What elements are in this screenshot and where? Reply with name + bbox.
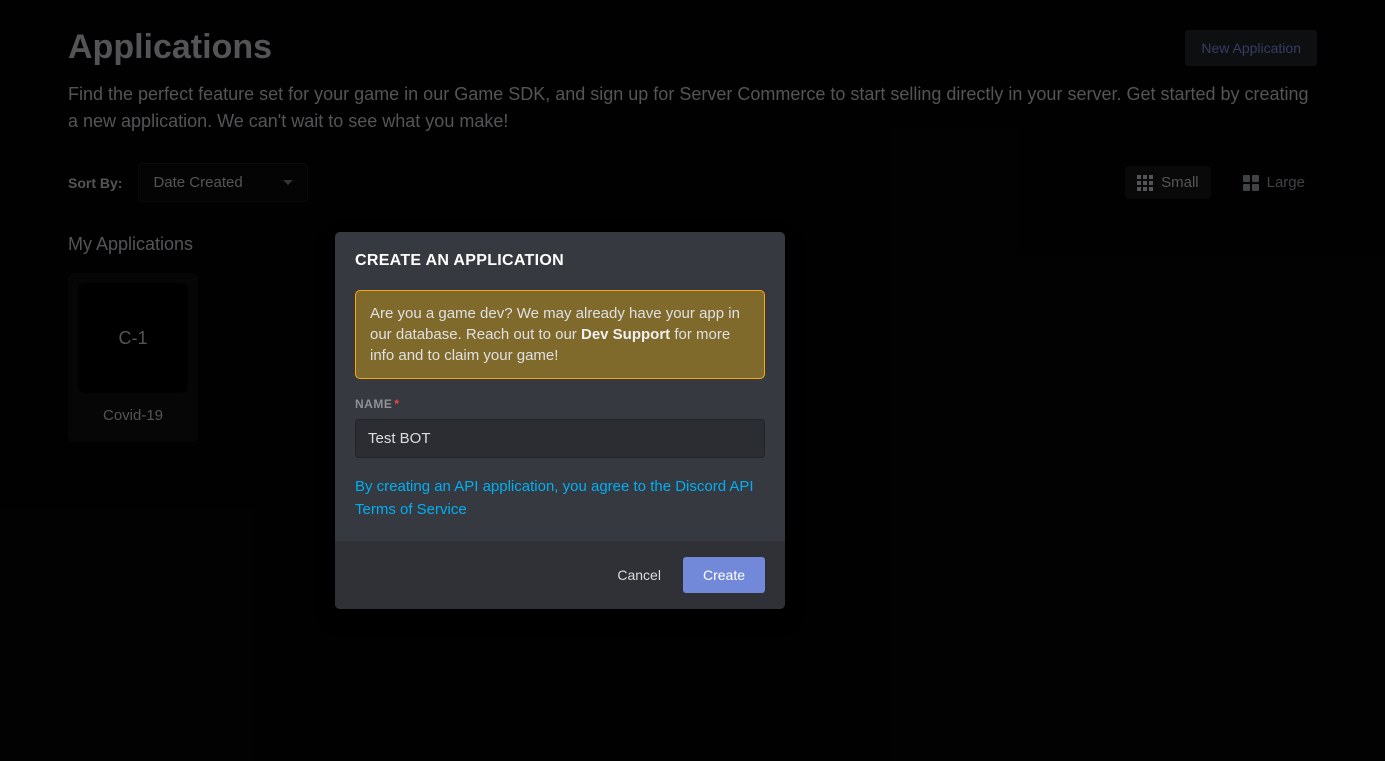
dev-support-notice: Are you a game dev? We may already have …	[355, 290, 765, 379]
name-label-text: NAME	[355, 397, 392, 411]
tos-link[interactable]: By creating an API application, you agre…	[355, 476, 765, 521]
dev-support-link[interactable]: Dev Support	[581, 326, 670, 343]
required-indicator: *	[394, 397, 399, 411]
modal-body: CREATE AN APPLICATION Are you a game dev…	[335, 232, 785, 541]
modal-title: CREATE AN APPLICATION	[355, 252, 765, 270]
modal-overlay[interactable]: CREATE AN APPLICATION Are you a game dev…	[0, 0, 1385, 761]
create-application-modal: CREATE AN APPLICATION Are you a game dev…	[335, 232, 785, 609]
cancel-button[interactable]: Cancel	[617, 567, 661, 583]
create-button[interactable]: Create	[683, 557, 765, 593]
name-input[interactable]	[355, 419, 765, 458]
modal-footer: Cancel Create	[335, 541, 785, 609]
name-field-label: NAME*	[355, 397, 765, 411]
